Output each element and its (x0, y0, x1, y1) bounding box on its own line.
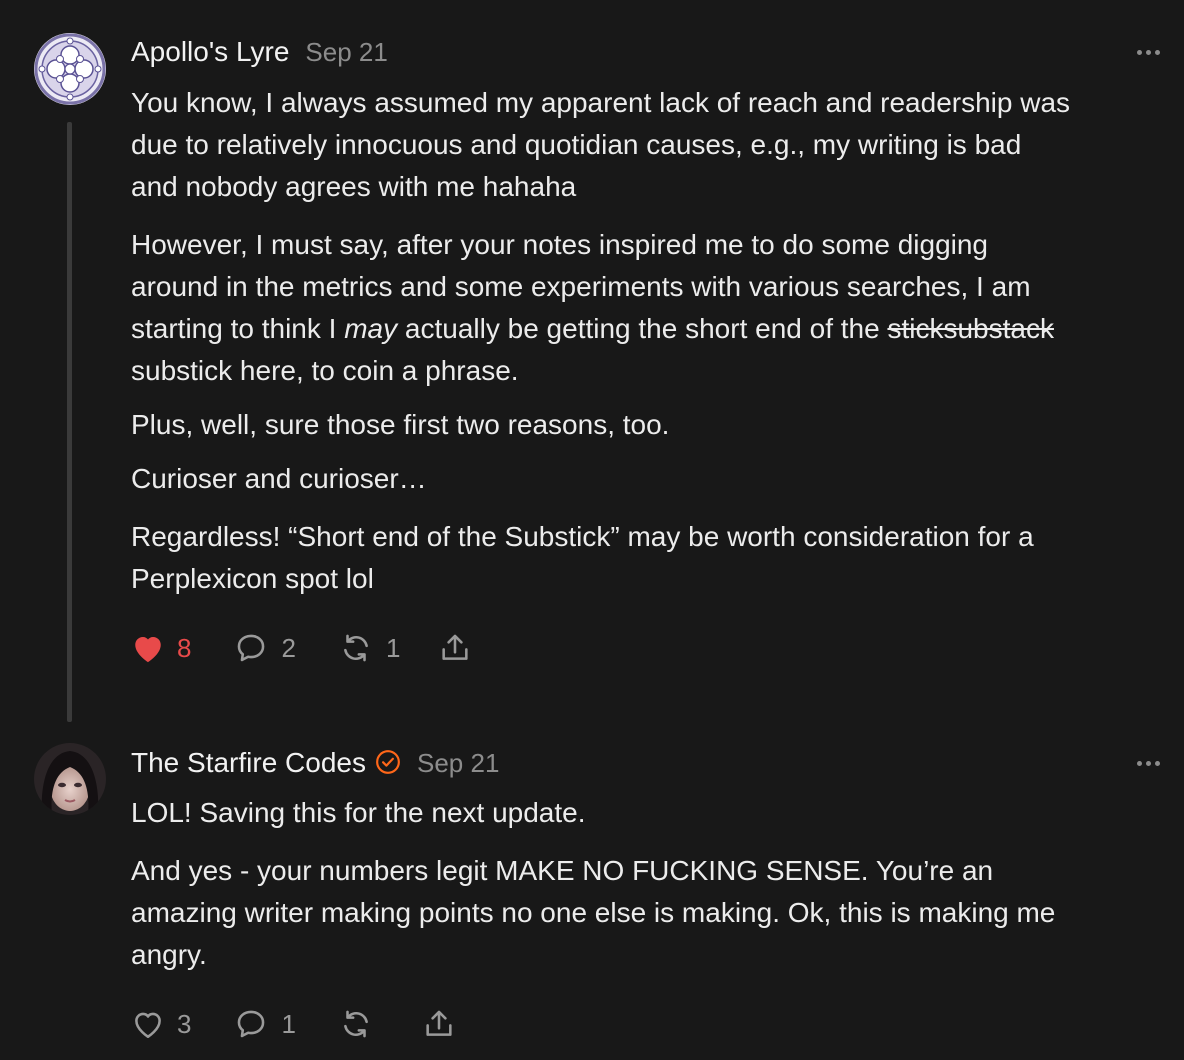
restack-icon (344, 1010, 368, 1038)
comment-date[interactable]: Sep 21 (417, 748, 499, 779)
restack-button[interactable] (338, 1007, 374, 1041)
comment-header: The Starfire Codes Sep 21 (131, 746, 499, 779)
comment-body: You know, I always assumed my apparent l… (131, 82, 1176, 208)
comment-body: And yes - your numbers legit MAKE NO FUC… (131, 850, 1176, 976)
comment-body: Plus, well, sure those first two reasons… (131, 404, 1176, 446)
avatar[interactable] (34, 33, 106, 105)
share-button[interactable] (438, 631, 472, 665)
comment-actions: 3 1 (131, 1006, 456, 1042)
restack-button[interactable]: 1 (338, 631, 400, 665)
comment-line: around in the metrics and some experimen… (131, 271, 1031, 302)
comment-line: angry. (131, 939, 207, 970)
text-run: starting to think I (131, 313, 345, 344)
more-icon[interactable] (1137, 761, 1160, 766)
like-count: 3 (177, 1008, 192, 1039)
share-icon (426, 1010, 452, 1036)
more-icon[interactable] (1137, 50, 1160, 55)
comment-line: starting to think I may actually be gett… (131, 308, 1176, 350)
share-button[interactable] (422, 1007, 456, 1041)
thread-line (67, 122, 72, 722)
comment-line: due to relatively innocuous and quotidia… (131, 129, 1022, 160)
author-name[interactable]: The Starfire Codes (131, 747, 366, 779)
comment-line: Plus, well, sure those first two reasons… (131, 409, 670, 440)
comment-body: Regardless! “Short end of the Substick” … (131, 516, 1176, 600)
reply-count: 1 (281, 1008, 296, 1039)
like-count: 8 (177, 632, 192, 663)
reply-count: 2 (281, 632, 296, 663)
verified-badge-icon (376, 750, 400, 774)
comment-line: and nobody agrees with me hahaha (131, 171, 577, 202)
comment-date[interactable]: Sep 21 (305, 37, 387, 68)
share-icon (442, 634, 469, 660)
avatar[interactable] (34, 743, 106, 815)
strikethrough-text: sticksubstack (887, 313, 1054, 344)
comment-line: substick here, to coin a phrase. (131, 355, 519, 386)
emphasis-text: may (344, 313, 398, 344)
comment-actions: 8 2 1 (131, 630, 472, 666)
comment-icon (238, 634, 265, 662)
comment-icon (238, 1010, 265, 1038)
comment-line: LOL! Saving this for the next update. (131, 797, 586, 828)
comment-line: Regardless! “Short end of the Substick” … (131, 521, 1034, 552)
comment-line: However, I must say, after your notes in… (131, 229, 989, 260)
comment-body: Curioser and curioser… (131, 458, 1176, 500)
text-run: actually be getting the short end of the (397, 313, 888, 344)
restack-count: 1 (385, 632, 401, 663)
like-button[interactable]: 8 (131, 632, 191, 664)
restack-icon (344, 634, 368, 662)
reply-button[interactable]: 1 (233, 1007, 296, 1041)
comment-body: LOL! Saving this for the next update. (131, 792, 1176, 834)
comment-body: However, I must say, after your notes in… (131, 224, 1176, 392)
comment-line: You know, I always assumed my apparent l… (131, 87, 1071, 118)
heart-icon (135, 1012, 161, 1039)
heart-icon (135, 636, 161, 663)
like-button[interactable]: 3 (131, 1008, 191, 1040)
author-name[interactable]: Apollo's Lyre (131, 36, 289, 68)
reply-button[interactable]: 2 (233, 631, 296, 665)
comment-line: And yes - your numbers legit MAKE NO FUC… (131, 855, 994, 886)
comment-header: Apollo's Lyre Sep 21 (131, 36, 388, 68)
comment-line: amazing writer making points no one else… (131, 897, 1056, 928)
comment-line: Curioser and curioser… (131, 463, 427, 494)
comment-line: Perplexicon spot lol (131, 563, 374, 594)
